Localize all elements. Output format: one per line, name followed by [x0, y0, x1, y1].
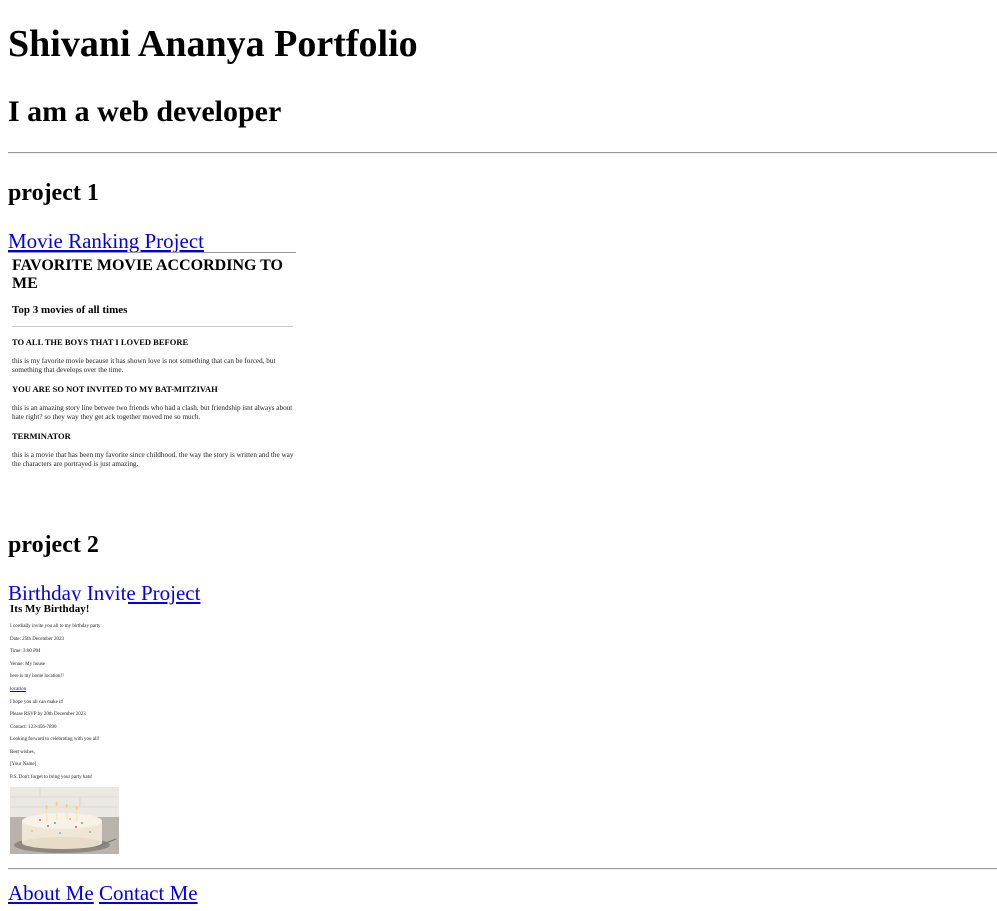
movie-3-title: TERMINATOR — [12, 431, 71, 441]
movie-3-description: this is a movie that has been my favorit… — [12, 451, 294, 468]
contact-line: Contact: 123-456-7890 — [10, 725, 57, 730]
project-2-heading: project 2 — [8, 532, 99, 558]
movie-1-description: this is my favorite movie because it has… — [12, 357, 276, 374]
best-wishes-line: Best wishes, — [10, 750, 35, 755]
home-location-line: here is my home location!! — [10, 674, 64, 679]
looking-forward-line: Looking forward to celebrating with you … — [10, 737, 100, 742]
ps-line: P.S. Don't forget to bring your party ha… — [10, 775, 93, 780]
about-me-link[interactable]: About Me — [8, 881, 94, 905]
invite-line: I cordially invite you all to my birthda… — [10, 624, 101, 629]
movie-1-title: TO ALL THE BOYS THAT I LOVED BEFORE — [12, 337, 189, 347]
page-title: Shivani Ananya Portfolio — [8, 23, 418, 65]
footer-nav: About Me Contact Me — [8, 881, 198, 905]
movie-ranking-preview[interactable]: FAVORITE MOVIE ACCORDING TO ME Top 3 mov… — [8, 252, 296, 501]
movie-2-description: this is an amazing story line betwee two… — [12, 404, 293, 421]
portfolio-page: Shivani Ananya Portfolio I am a web deve… — [0, 0, 997, 911]
venue-line: Venue: My house — [10, 662, 45, 667]
your-name-line: [Your Name] — [10, 762, 37, 767]
date-line: Date: 25th December 2023 — [10, 637, 65, 642]
time-line: Time: 3:00 PM — [10, 649, 41, 654]
bottom-divider — [8, 868, 997, 870]
movie-preview-subtitle: Top 3 movies of all times — [12, 304, 128, 316]
contact-me-link[interactable]: Contact Me — [99, 881, 198, 905]
location-link[interactable]: location — [10, 687, 26, 693]
birthday-invite-preview[interactable]: Its My Birthday! I cordially invite you … — [8, 601, 128, 861]
birthday-cake-image — [10, 787, 119, 854]
hope-line: I hope you all can make it! — [10, 700, 64, 705]
rsvp-line: Please RSVP by 20th December 2023 — [10, 712, 86, 717]
movie-ranking-project-link[interactable]: Movie Ranking Project — [8, 229, 204, 253]
movie-preview-title: FAVORITE MOVIE ACCORDING TO ME — [12, 257, 283, 292]
page-subtitle: I am a web developer — [8, 95, 282, 128]
project-1-heading: project 1 — [8, 180, 99, 206]
movie-2-title: YOU ARE SO NOT INVITED TO MY BAT-MITZIVA… — [12, 384, 218, 394]
top-divider — [8, 152, 997, 154]
birthday-preview-title: Its My Birthday! — [10, 603, 90, 615]
movie-preview-divider — [12, 326, 293, 327]
